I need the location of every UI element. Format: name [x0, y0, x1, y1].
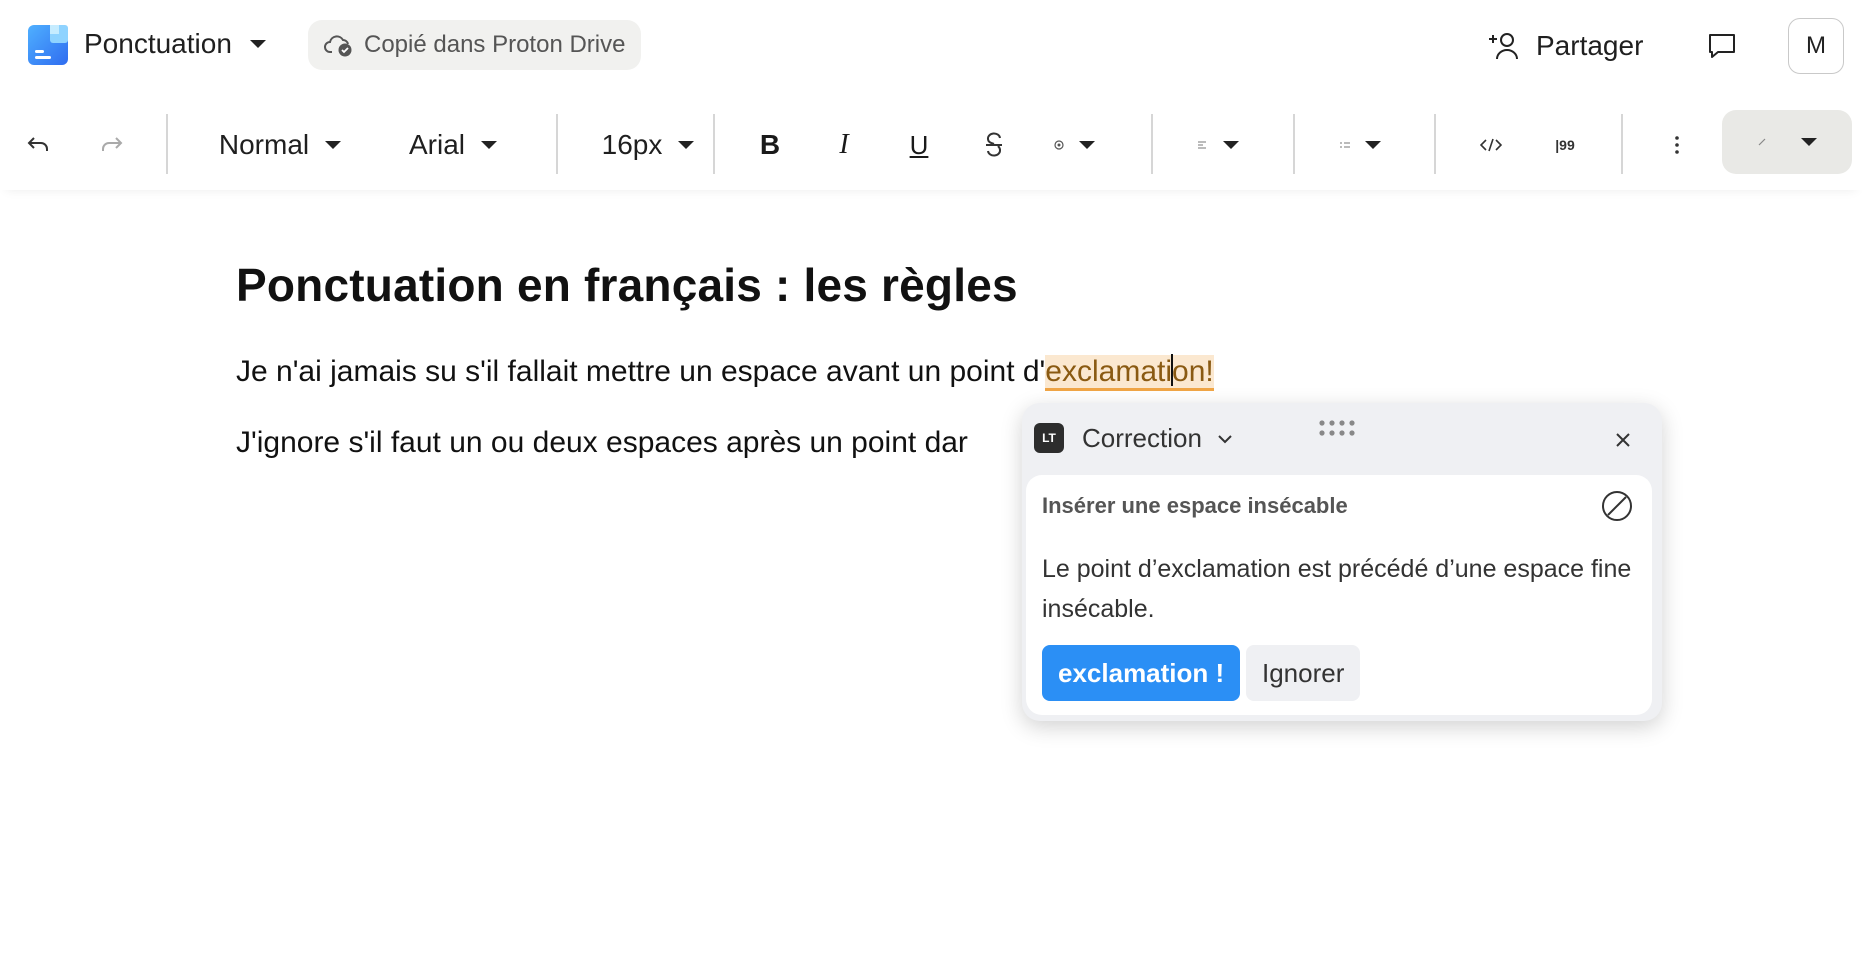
- block-style-value: Normal: [218, 129, 310, 160]
- toolbar-divider: [1293, 114, 1295, 174]
- bold-button[interactable]: B: [748, 100, 792, 190]
- link-menu-button[interactable]: [1046, 100, 1102, 190]
- suggestion-card: Insérer une espace insécable Le point d’…: [1026, 475, 1652, 715]
- chevron-down-icon: [325, 141, 342, 149]
- undo-button[interactable]: [14, 100, 62, 190]
- save-status-badge: Copié dans Proton Drive: [308, 20, 642, 70]
- alignment-select[interactable]: [1190, 100, 1246, 190]
- header: Ponctuation Copié dans Proton Drive Part…: [0, 0, 1862, 92]
- font-size-value: 16px: [601, 129, 663, 160]
- font-size-select[interactable]: 16px: [600, 100, 696, 190]
- toolbar-divider: [713, 114, 715, 174]
- rule-message: Le point d’exclamation est précédé d’une…: [1042, 555, 1632, 623]
- formatting-toolbar: Normal Arial 16px B I U |99: [0, 100, 1862, 190]
- comment-icon: [1709, 34, 1735, 58]
- font-family-select[interactable]: Arial: [398, 100, 508, 190]
- underline-button[interactable]: U: [897, 100, 941, 190]
- text-color-select[interactable]: [1722, 110, 1852, 174]
- share-label: Partager: [1536, 30, 1644, 61]
- highlight-text-b: on!: [1172, 355, 1214, 388]
- chevron-down-icon: [249, 40, 266, 48]
- apply-suggestion-button[interactable]: exclamation !: [1042, 645, 1241, 701]
- cloud-check-icon: [324, 35, 352, 57]
- chevron-down-icon: [1079, 141, 1095, 149]
- code-block-button[interactable]: [1474, 100, 1508, 190]
- chevron-down-icon: [1223, 141, 1239, 149]
- close-icon: [1616, 433, 1630, 447]
- list-select[interactable]: [1332, 100, 1388, 190]
- chevron-down-icon: [1365, 141, 1381, 149]
- more-options-button[interactable]: [1664, 100, 1690, 190]
- quote-icon: |99: [1555, 137, 1575, 153]
- ignore-button[interactable]: Ignorer: [1246, 645, 1361, 701]
- rule-title: Insérer une espace insécable: [1042, 493, 1348, 518]
- save-status-text: Copié dans Proton Drive: [364, 31, 626, 58]
- paragraph-2: J'ignore s'il faut un ou deux espaces ap…: [236, 426, 968, 459]
- chevron-down-icon: [1218, 434, 1232, 443]
- highlight-text-a: exclamati: [1045, 355, 1173, 388]
- avatar-initial: M: [1806, 32, 1826, 59]
- correction-popup: LT Correction Insérer une espace insécab…: [1022, 403, 1662, 721]
- document-title: Ponctuation: [84, 28, 232, 59]
- document-title-menu[interactable]: Ponctuation: [84, 28, 266, 60]
- toolbar-divider: [166, 114, 168, 174]
- toolbar-divider: [556, 114, 558, 174]
- chevron-down-icon: [678, 141, 695, 149]
- strikethrough-button[interactable]: [972, 100, 1016, 190]
- share-button[interactable]: Partager: [1488, 24, 1643, 68]
- highlighter-icon: [1758, 138, 1766, 146]
- redo-icon: [102, 137, 123, 151]
- more-vertical-icon: [1675, 136, 1679, 154]
- drag-handle-icon[interactable]: [1318, 419, 1360, 439]
- user-avatar[interactable]: M: [1788, 18, 1844, 74]
- italic-icon: I: [839, 129, 849, 160]
- toolbar-divider: [1151, 114, 1153, 174]
- toolbar-divider: [1621, 114, 1623, 174]
- paragraph-1-text: Je n'ai jamais su s'il fallait mettre un…: [236, 355, 1046, 388]
- block-style-select[interactable]: Normal: [210, 100, 350, 190]
- link-icon: [1054, 140, 1064, 150]
- document-heading: Ponctuation en français : les règles: [236, 259, 1018, 311]
- chevron-down-icon: [1801, 138, 1817, 146]
- blockquote-button[interactable]: |99: [1548, 100, 1582, 190]
- underline-icon: U: [909, 129, 929, 160]
- strikethrough-icon: [986, 132, 1002, 157]
- disable-rule-icon[interactable]: [1600, 489, 1634, 523]
- comments-button[interactable]: [1700, 24, 1744, 68]
- languagetool-logo-icon: LT: [1034, 423, 1064, 453]
- undo-icon: [27, 137, 48, 151]
- toolbar-divider: [1434, 114, 1436, 174]
- code-icon: [1480, 138, 1502, 152]
- align-left-icon: [1198, 141, 1206, 149]
- paragraph-1: Je n'ai jamais su s'il fallait mettre un…: [236, 354, 1214, 391]
- popup-header: LT Correction: [1022, 403, 1662, 473]
- italic-button[interactable]: I: [822, 100, 866, 190]
- chevron-down-icon: [481, 141, 497, 149]
- close-popup-button[interactable]: [1608, 425, 1638, 455]
- grammar-error-highlight[interactable]: exclamation!: [1045, 354, 1214, 391]
- list-icon: [1340, 142, 1350, 148]
- redo-button[interactable]: [88, 100, 136, 190]
- user-plus-icon: [1489, 33, 1518, 60]
- font-family-value: Arial: [408, 129, 465, 160]
- document-body[interactable]: Ponctuation en français : les règles Je …: [236, 258, 1636, 459]
- popup-title-menu[interactable]: Correction: [1082, 423, 1234, 454]
- bold-icon: B: [759, 129, 781, 160]
- app-logo-icon: [28, 25, 68, 65]
- popup-title: Correction: [1082, 423, 1202, 453]
